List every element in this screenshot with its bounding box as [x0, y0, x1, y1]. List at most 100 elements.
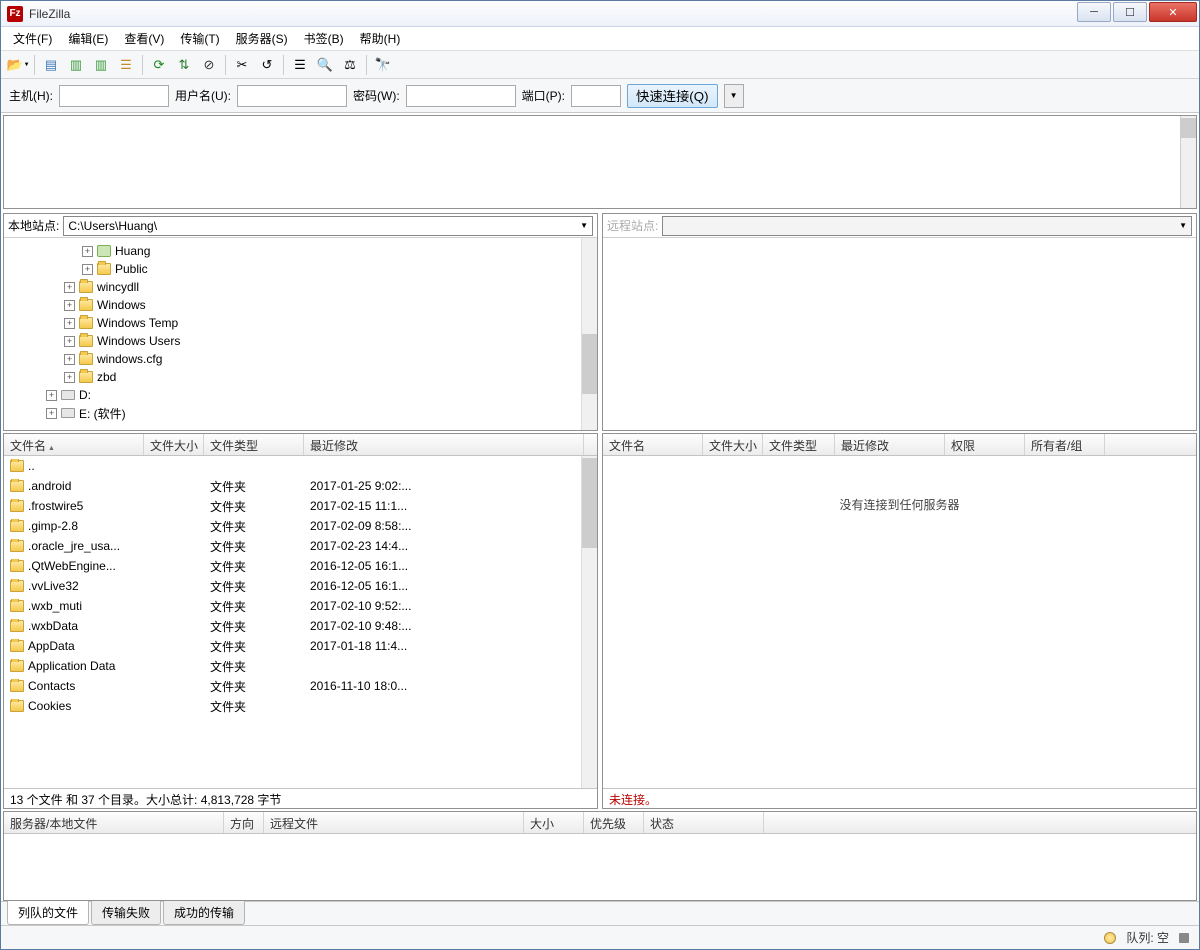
expand-toggle[interactable]: + — [46, 408, 57, 419]
binoculars-icon[interactable]: 🔭 — [372, 54, 394, 76]
column-header[interactable]: 服务器/本地文件 — [4, 812, 224, 833]
menu-item[interactable]: 文件(F) — [5, 28, 60, 49]
expand-toggle[interactable]: + — [64, 372, 75, 383]
username-input[interactable] — [237, 85, 347, 107]
expand-toggle[interactable]: + — [64, 336, 75, 347]
folder-icon — [10, 460, 24, 472]
queue-body[interactable] — [4, 834, 1196, 900]
column-header[interactable]: 状态 — [644, 812, 764, 833]
expand-toggle[interactable]: + — [64, 318, 75, 329]
column-header[interactable]: 文件大小 — [703, 434, 763, 455]
queue-tab[interactable]: 传输失败 — [91, 901, 161, 925]
tree-node[interactable]: +Windows — [6, 296, 595, 314]
file-row[interactable]: .wxbData文件夹2017-02-10 9:48:... — [4, 616, 597, 636]
file-row[interactable]: .wxb_muti文件夹2017-02-10 9:52:... — [4, 596, 597, 616]
file-row[interactable]: .android文件夹2017-01-25 9:02:... — [4, 476, 597, 496]
tree-node[interactable]: +windows.cfg — [6, 350, 595, 368]
expand-toggle[interactable]: + — [64, 282, 75, 293]
toolbar: 📂▼ ▤ ▥ ▥ ☰ ⟳ ⇅ ⊘ ✂ ↺ ☰ 🔍 ⚖ 🔭 — [1, 51, 1199, 79]
expand-toggle[interactable]: + — [46, 390, 57, 401]
disconnect-button[interactable]: ✂ — [231, 54, 253, 76]
close-button[interactable]: ✕ — [1149, 2, 1197, 22]
cancel-button[interactable]: ⊘ — [198, 54, 220, 76]
tree-node[interactable]: +Windows Users — [6, 332, 595, 350]
reconnect-button[interactable]: ↺ — [256, 54, 278, 76]
file-row[interactable]: Application Data文件夹 — [4, 656, 597, 676]
remote-directory-tree[interactable] — [603, 238, 1196, 430]
compare-button[interactable]: ⚖ — [339, 54, 361, 76]
toggle-log-button[interactable]: ▤ — [40, 54, 62, 76]
column-header[interactable]: 所有者/组 — [1025, 434, 1105, 455]
local-list-header[interactable]: 文件名▲文件大小文件类型最近修改 — [4, 434, 597, 456]
file-row[interactable]: .vvLive32文件夹2016-12-05 16:1... — [4, 576, 597, 596]
column-header[interactable]: 文件名▲ — [4, 434, 144, 455]
local-directory-tree[interactable]: +Huang+Public+wincydll+Windows+Windows T… — [4, 238, 597, 430]
remote-list-body[interactable]: 没有连接到任何服务器 — [603, 456, 1196, 788]
column-header[interactable]: 优先级 — [584, 812, 644, 833]
filter-button[interactable]: ☰ — [289, 54, 311, 76]
column-header[interactable]: 最近修改 — [304, 434, 584, 455]
tree-node[interactable]: +Windows Temp — [6, 314, 595, 332]
local-site-combo[interactable]: C:\Users\Huang\▼ — [63, 216, 593, 236]
column-header[interactable]: 文件类型 — [204, 434, 304, 455]
file-row[interactable]: .frostwire5文件夹2017-02-15 11:1... — [4, 496, 597, 516]
expand-toggle[interactable]: + — [64, 354, 75, 365]
expand-toggle[interactable]: + — [82, 246, 93, 257]
file-row[interactable]: .. — [4, 456, 597, 476]
file-row[interactable]: Cookies文件夹 — [4, 696, 597, 716]
file-row[interactable]: AppData文件夹2017-01-18 11:4... — [4, 636, 597, 656]
toggle-queue-button[interactable]: ☰ — [115, 54, 137, 76]
file-row[interactable]: .oracle_jre_usa...文件夹2017-02-23 14:4... — [4, 536, 597, 556]
remote-site-combo[interactable]: ▼ — [662, 216, 1192, 236]
queue-tab[interactable]: 成功的传输 — [163, 901, 245, 925]
queue-tab[interactable]: 列队的文件 — [7, 901, 89, 925]
column-header[interactable]: 权限 — [945, 434, 1025, 455]
quickconnect-button[interactable]: 快速连接(Q) — [627, 84, 718, 108]
tree-node[interactable]: +wincydll — [6, 278, 595, 296]
tree-node[interactable]: +zbd — [6, 368, 595, 386]
search-button[interactable]: 🔍 — [314, 54, 336, 76]
scrollbar[interactable] — [581, 238, 597, 430]
queue-header[interactable]: 服务器/本地文件方向远程文件大小优先级状态 — [4, 812, 1196, 834]
maximize-button[interactable]: ☐ — [1113, 2, 1147, 22]
tree-node[interactable]: +E: (软件) — [6, 404, 595, 422]
menu-item[interactable]: 传输(T) — [172, 28, 227, 49]
tree-node[interactable]: +Huang — [6, 242, 595, 260]
file-row[interactable]: Contacts文件夹2016-11-10 18:0... — [4, 676, 597, 696]
toggle-local-tree-button[interactable]: ▥ — [65, 54, 87, 76]
password-input[interactable] — [406, 85, 516, 107]
refresh-button[interactable]: ⟳ — [148, 54, 170, 76]
menu-item[interactable]: 编辑(E) — [60, 28, 116, 49]
menu-item[interactable]: 帮助(H) — [352, 28, 409, 49]
app-icon: Fz — [7, 6, 23, 22]
expand-toggle[interactable]: + — [64, 300, 75, 311]
menu-item[interactable]: 服务器(S) — [228, 28, 296, 49]
expand-toggle[interactable]: + — [82, 264, 93, 275]
process-queue-button[interactable]: ⇅ — [173, 54, 195, 76]
quickconnect-dropdown[interactable]: ▼ — [724, 84, 744, 108]
column-header[interactable]: 方向 — [224, 812, 264, 833]
menu-item[interactable]: 书签(B) — [296, 28, 352, 49]
column-header[interactable]: 远程文件 — [264, 812, 524, 833]
menu-item[interactable]: 查看(V) — [116, 28, 172, 49]
scrollbar[interactable] — [581, 456, 597, 788]
password-label: 密码(W): — [353, 87, 400, 104]
local-list-body[interactable]: ...android文件夹2017-01-25 9:02:....frostwi… — [4, 456, 597, 788]
file-row[interactable]: .gimp-2.8文件夹2017-02-09 8:58:... — [4, 516, 597, 536]
toggle-remote-tree-button[interactable]: ▥ — [90, 54, 112, 76]
tree-node[interactable]: +Public — [6, 260, 595, 278]
column-header[interactable]: 最近修改 — [835, 434, 945, 455]
minimize-button[interactable]: ─ — [1077, 2, 1111, 22]
column-header[interactable]: 文件名 — [603, 434, 703, 455]
scrollbar[interactable] — [1180, 116, 1196, 208]
port-input[interactable] — [571, 85, 621, 107]
site-manager-button[interactable]: 📂▼ — [7, 54, 29, 76]
column-header[interactable]: 文件大小 — [144, 434, 204, 455]
message-log[interactable] — [3, 115, 1197, 209]
host-input[interactable] — [59, 85, 169, 107]
tree-node[interactable]: +D: — [6, 386, 595, 404]
column-header[interactable]: 大小 — [524, 812, 584, 833]
remote-list-header[interactable]: 文件名文件大小文件类型最近修改权限所有者/组 — [603, 434, 1196, 456]
file-row[interactable]: .QtWebEngine...文件夹2016-12-05 16:1... — [4, 556, 597, 576]
column-header[interactable]: 文件类型 — [763, 434, 835, 455]
